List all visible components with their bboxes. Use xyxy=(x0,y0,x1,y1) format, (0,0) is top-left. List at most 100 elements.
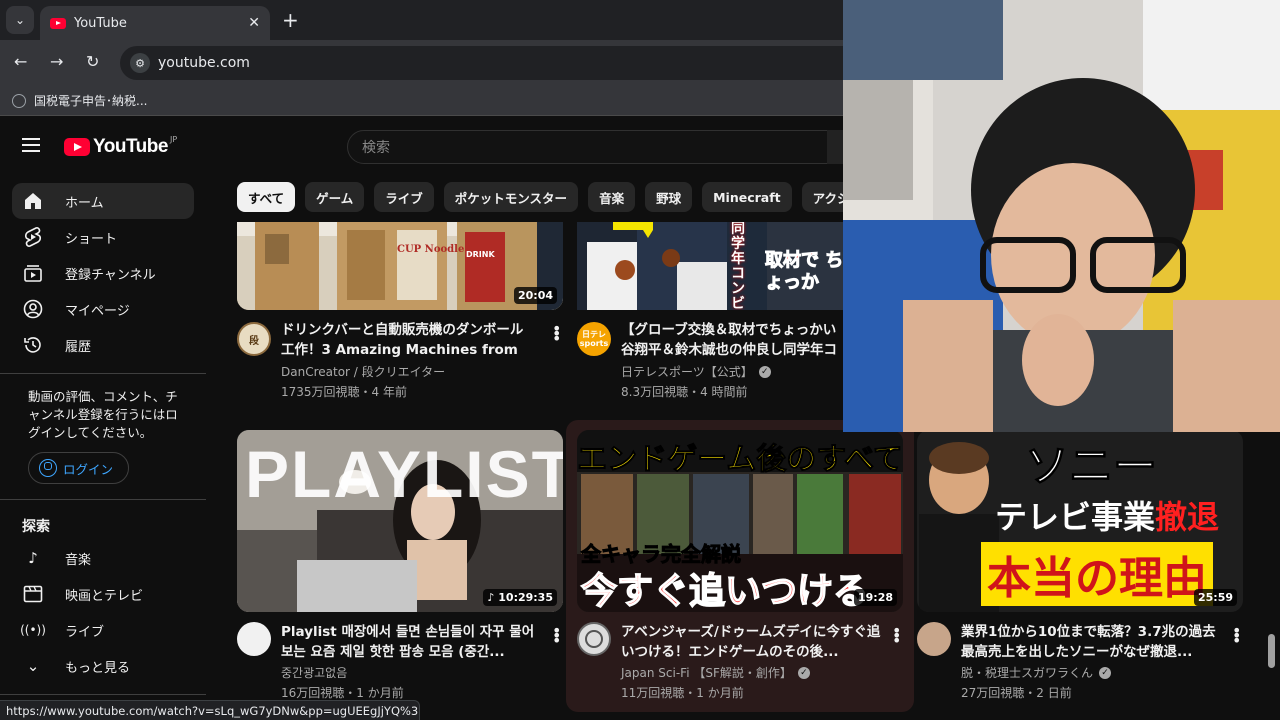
forward-arrow-icon[interactable]: → xyxy=(50,52,63,71)
chip-music[interactable]: 音楽 xyxy=(588,182,636,212)
sidebar-item-label: マイページ xyxy=(65,303,130,319)
thumb-text: DRINK xyxy=(466,250,495,259)
video-title[interactable]: 業界1位から10位まで転落？3.7兆の過去最高売上を出したソニーがなぜ撤退... xyxy=(961,622,1223,662)
channel-avatar[interactable]: 段 xyxy=(237,322,271,356)
webcam-person-image xyxy=(843,0,1280,432)
more-options-icon[interactable]: • • • xyxy=(1232,623,1241,649)
video-title[interactable]: アベンジャーズ/ドゥームズデイに今すぐ追いつける！エンドゲームのその後... xyxy=(621,622,883,662)
tab-search-button[interactable]: ⌄ xyxy=(6,6,34,34)
youtube-logo[interactable]: YouTube JP xyxy=(64,135,177,158)
video-thumbnail[interactable]: ソニー テレビ事業撤退 本当の理由 25:59 xyxy=(917,430,1243,612)
account-icon xyxy=(22,298,44,320)
browser-tab-youtube[interactable]: YouTube ✕ xyxy=(40,6,270,40)
chip-live[interactable]: ライブ xyxy=(374,182,434,212)
sidebar-divider xyxy=(0,499,206,500)
thumb-text-part: テレビ事業 xyxy=(995,498,1156,536)
globe-icon xyxy=(12,93,26,108)
sidebar-item-mypage[interactable]: マイページ xyxy=(12,291,194,327)
more-options-icon[interactable]: • • • xyxy=(892,623,901,649)
video-thumbnail[interactable]: 同学年コンビ 取材で ちょっか xyxy=(577,222,843,310)
reload-icon[interactable]: ↻ xyxy=(86,52,99,71)
youtube-play-icon xyxy=(64,138,90,156)
music-note-icon: ♪ xyxy=(487,591,499,604)
site-settings-icon[interactable]: ⚙ xyxy=(130,53,150,73)
chip-game[interactable]: ゲーム xyxy=(305,182,365,212)
channel-name-text: 脱・税理士スガワラくん xyxy=(961,666,1094,680)
chip-minecraft[interactable]: Minecraft xyxy=(702,182,792,212)
channel-avatar[interactable] xyxy=(237,622,271,656)
channel-avatar[interactable] xyxy=(917,622,951,656)
channel-name[interactable]: Japan Sci-Fi 【SF解説・創作】 ✓ xyxy=(621,664,810,681)
youtube-favicon-icon xyxy=(50,17,66,29)
chevron-down-icon: ⌄ xyxy=(26,657,40,675)
video-meta: 16万回視聴・1 か月前 xyxy=(281,686,404,700)
sidebar-item-label: ホーム xyxy=(65,195,104,211)
channel-avatar[interactable] xyxy=(577,622,611,656)
chip-baseball[interactable]: 野球 xyxy=(645,182,693,212)
new-tab-icon[interactable]: + xyxy=(282,8,299,32)
channel-name[interactable]: 중간광고없음 xyxy=(281,664,347,681)
channel-name[interactable]: 脱・税理士スガワラくん ✓ xyxy=(961,664,1112,681)
filter-chips: すべて ゲーム ライブ ポケットモンスター 音楽 野球 Minecraft アク… xyxy=(237,182,843,212)
chevron-down-icon: ⌄ xyxy=(14,13,26,27)
chip-pokemon[interactable]: ポケットモンスター xyxy=(443,182,579,212)
url-text: youtube.com xyxy=(158,55,250,71)
sidebar-item-shorts[interactable]: ショート xyxy=(12,219,194,255)
thumb-text: テレビ事業撤退 xyxy=(995,492,1219,538)
menu-icon[interactable] xyxy=(22,138,40,152)
login-button[interactable]: ログイン xyxy=(28,452,129,484)
thumb-text: ソニー xyxy=(1025,441,1158,493)
sidebar-item-more[interactable]: ⌄ もっと見る xyxy=(12,648,194,684)
sidebar-item-label: もっと見る xyxy=(65,660,131,676)
shorts-icon xyxy=(22,226,44,248)
video-thumbnail[interactable]: PLAYLIST ♪ 10:29:35 xyxy=(237,430,563,612)
verified-check-icon: ✓ xyxy=(758,365,771,378)
chip-action[interactable]: アクシ xyxy=(801,182,843,212)
thumb-text-part: 撤退 xyxy=(1155,498,1220,536)
sidebar-divider xyxy=(0,373,206,374)
video-title[interactable]: Playlist 매장에서 들면 손님들이 자꾸 물어보는 요즘 제일 핫한 팝… xyxy=(281,622,541,662)
music-icon: ♪ xyxy=(28,549,38,567)
verified-check-icon: ✓ xyxy=(797,666,810,679)
channel-name[interactable]: 日テレスポーツ【公式】 ✓ xyxy=(621,363,771,380)
link-status-bar: https://www.youtube.com/watch?v=sLq_wG7y… xyxy=(0,700,420,720)
address-bar[interactable]: ⚙ youtube.com xyxy=(120,46,860,80)
channel-name[interactable]: DanCreator / 段クリエイター xyxy=(281,363,445,380)
search-input[interactable]: 検索 xyxy=(347,130,837,164)
video-duration: 19:28 xyxy=(853,589,897,606)
search-placeholder: 検索 xyxy=(362,140,390,156)
thumb-text: 今すぐ追いつける xyxy=(580,570,870,612)
more-options-icon[interactable]: • • • xyxy=(552,623,561,649)
sidebar-item-subscriptions[interactable]: 登録チャンネル xyxy=(12,255,194,291)
duration-text: 10:29:35 xyxy=(498,591,553,604)
video-meta: 8.3万回視聴・4 時間前 xyxy=(621,385,748,399)
more-options-icon[interactable]: • • • xyxy=(552,321,561,347)
subscriptions-icon xyxy=(22,262,44,284)
sidebar-item-live[interactable]: ((•)) ライブ xyxy=(12,612,194,648)
video-meta: 11万回視聴・1 か月前 xyxy=(621,686,744,700)
thumb-text: 本当の理由 xyxy=(981,542,1213,606)
sidebar-item-movies[interactable]: 映画とテレビ xyxy=(12,576,194,612)
sidebar-item-label: 登録チャンネル xyxy=(65,267,156,283)
channel-name-text: Japan Sci-Fi 【SF解説・創作】 xyxy=(621,666,792,680)
webcam-overlay xyxy=(843,0,1280,432)
video-thumbnail[interactable]: CUP Noodle DRINK 20:04 xyxy=(237,222,563,310)
channel-name-text: 중간광고없음 xyxy=(281,666,348,680)
sidebar-item-history[interactable]: 履歴 xyxy=(12,327,194,363)
back-arrow-icon[interactable]: ← xyxy=(14,52,27,71)
user-icon xyxy=(39,459,57,477)
sidebar-item-home[interactable]: ホーム xyxy=(12,183,194,219)
sidebar-item-music[interactable]: ♪ 音楽 xyxy=(12,540,194,576)
video-thumbnail[interactable]: エンドゲーム後のすべて 全キャラ完全解説 今すぐ追いつける 19:28 xyxy=(577,430,903,612)
thumb-text: PLAYLIST xyxy=(245,437,563,511)
chip-all[interactable]: すべて xyxy=(237,182,296,212)
close-tab-icon[interactable]: ✕ xyxy=(248,15,260,31)
video-duration: 20:04 xyxy=(513,287,557,304)
explore-heading: 探索 xyxy=(22,519,50,535)
scrollbar-thumb[interactable] xyxy=(1268,634,1275,668)
sidebar-item-label: 映画とテレビ xyxy=(65,588,144,604)
channel-avatar[interactable]: 日テレ sports xyxy=(577,322,611,356)
video-title[interactable]: ドリンクバーと自動販売機のダンボール工作！3 Amazing Machines … xyxy=(281,320,531,360)
video-title[interactable]: 【グローブ交換＆取材でちょっかい谷翔平＆鈴木誠也の仲良し同学年コ xyxy=(621,320,843,360)
bookmark-item[interactable]: 国税電子申告･納税... xyxy=(34,92,147,109)
